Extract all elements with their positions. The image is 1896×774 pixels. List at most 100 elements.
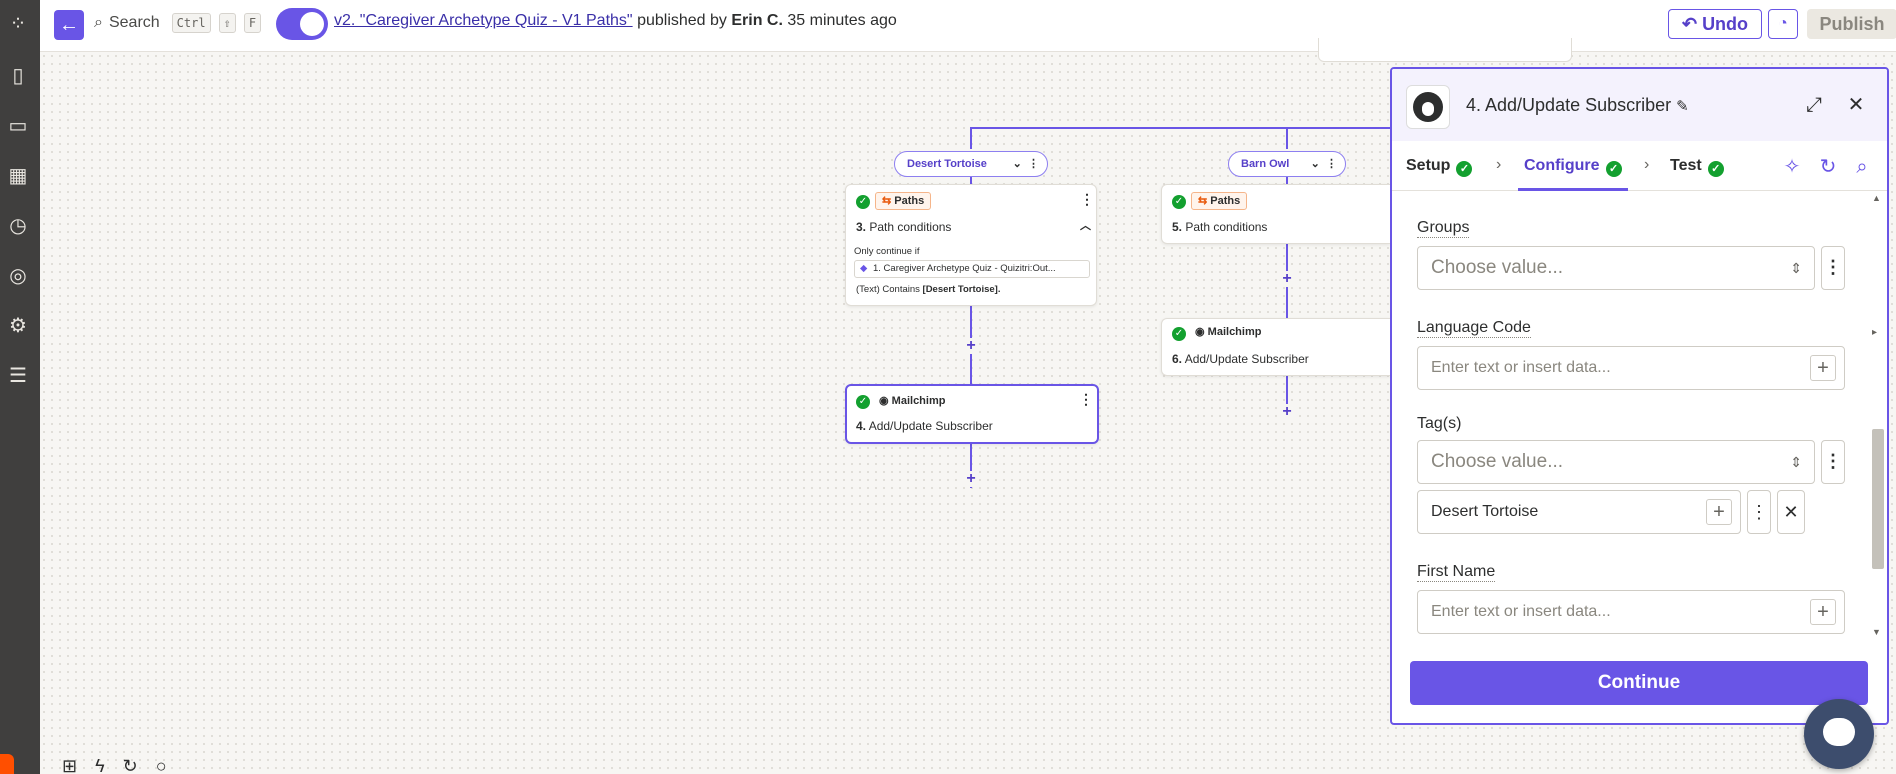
step-card-3[interactable]: ✓ ⇆ Paths ⋮ 3. Path conditions ︿ Only co… xyxy=(845,184,1097,306)
zap-file-icon[interactable]: ▯ xyxy=(6,64,30,88)
upstream-step-card[interactable] xyxy=(1318,38,1572,62)
tab-configure[interactable]: Configure ✓ xyxy=(1524,157,1622,177)
add-step-plus-icon[interactable]: + xyxy=(1279,404,1295,420)
groups-label: Groups xyxy=(1417,219,1470,238)
support-chat-button[interactable] xyxy=(1804,699,1874,769)
close-icon: ✕ xyxy=(1783,502,1799,522)
chevron-down-icon: ⌄ xyxy=(1012,158,1022,170)
tag-value-input[interactable]: Desert Tortoise + xyxy=(1417,490,1741,534)
scroll-down-arrow[interactable]: ▼ xyxy=(1872,627,1881,637)
more-vertical-icon[interactable]: ⋮ xyxy=(1079,391,1093,408)
chevron-up-icon[interactable]: ︿ xyxy=(1080,217,1091,233)
add-step-plus-icon[interactable]: + xyxy=(963,471,979,487)
ai-sparkle-icon[interactable]: ✧ xyxy=(1780,155,1804,179)
undo-icon: ↶ xyxy=(1681,14,1698,34)
pencil-icon[interactable]: ✎ xyxy=(1676,98,1689,115)
tab-configure-label: Configure xyxy=(1524,157,1600,174)
quiz-app-icon: ◆ xyxy=(860,263,868,274)
settings-icon[interactable]: ⚙ xyxy=(6,314,30,338)
calendar-icon[interactable]: ▦ xyxy=(6,164,30,188)
tab-setup[interactable]: Setup ✓ xyxy=(1406,157,1473,177)
add-step-plus-icon[interactable]: + xyxy=(1279,271,1295,287)
step-card-4[interactable]: ✓ ◉ Mailchimp ⋮ 4. Add/Update Subscriber xyxy=(845,384,1099,444)
step-title-text: Path conditions xyxy=(869,220,952,234)
groups-options-button[interactable]: ⋮ xyxy=(1821,246,1845,290)
step-card-5[interactable]: ✓ ⇆ Paths 5. Path conditions xyxy=(1161,184,1390,244)
path-pill-desert-tortoise[interactable]: Desert Tortoise ⌄ ⋮ xyxy=(894,151,1048,177)
insert-data-plus-icon[interactable]: + xyxy=(1706,499,1732,525)
more-vertical-icon[interactable]: ⋮ xyxy=(1080,191,1094,208)
success-check-icon: ✓ xyxy=(1172,195,1186,209)
activity-icon[interactable]: ◎ xyxy=(6,264,30,288)
tag-value-options-button[interactable]: ⋮ xyxy=(1747,490,1771,534)
author-name: Erin C. xyxy=(731,12,783,29)
apps-icon[interactable]: ⁘ xyxy=(6,12,30,36)
panel-scrollbar[interactable]: ▲ ▼ xyxy=(1870,193,1886,639)
language-code-placeholder: Enter text or insert data... xyxy=(1431,359,1611,376)
language-code-input[interactable]: Enter text or insert data... + xyxy=(1417,346,1845,390)
chat-bubble-icon xyxy=(1823,718,1855,746)
layers-icon[interactable]: ☰ xyxy=(6,364,30,388)
success-check-icon: ✓ xyxy=(1605,161,1622,177)
path-pill-barn-owl[interactable]: Barn Owl ⌄ ⋮ xyxy=(1228,151,1346,177)
first-name-label: First Name xyxy=(1417,563,1496,582)
step-title: 3. Path conditions xyxy=(856,220,951,234)
paths-icon: ⇆ xyxy=(882,195,892,207)
panel-tabs: Setup ✓ › Configure ✓ › Test ✓ ✧ ↻ ⌕ xyxy=(1392,141,1887,191)
tags-label: Tag(s) xyxy=(1417,415,1462,432)
step-card-6[interactable]: ✓ ◉ Mailchimp 6. Add/Update Subscriber xyxy=(1161,318,1390,376)
lightning-icon[interactable]: ϟ xyxy=(95,756,105,774)
refresh-icon[interactable]: ↻ xyxy=(1816,155,1840,179)
success-check-icon: ✓ xyxy=(856,195,870,209)
step-title: 5. Path conditions xyxy=(1172,220,1267,234)
mailchimp-tag-label: Mailchimp xyxy=(1207,326,1262,338)
mailchimp-logo xyxy=(1406,85,1450,129)
tags-select[interactable]: Choose value... ⇕ xyxy=(1417,440,1815,484)
left-rail: ⁘ ▯ ▭ ▦ ◷ ◎ ⚙ ☰ xyxy=(0,0,40,774)
success-check-icon: ✓ xyxy=(856,395,870,409)
path-controls[interactable]: ⌄ ⋮ xyxy=(1311,152,1337,176)
shortcut-shift: ⇧ xyxy=(218,13,236,33)
canvas-tools: ⊞ ϟ ↻ ○ xyxy=(62,756,167,774)
chevron-right-icon: › xyxy=(1644,156,1650,173)
remove-tag-button[interactable]: ✕ xyxy=(1777,490,1805,534)
mailchimp-app-tag: ◉ Mailchimp xyxy=(879,393,951,411)
mailchimp-icon: ◉ xyxy=(1195,326,1205,338)
publish-button[interactable]: Publish xyxy=(1807,9,1896,39)
scroll-up-arrow[interactable]: ▲ xyxy=(1872,193,1881,203)
layout-icon[interactable]: ⊞ xyxy=(62,756,77,774)
version-history-button[interactable]: ◔ xyxy=(1768,9,1798,39)
back-button[interactable]: ← xyxy=(54,10,84,40)
search-button[interactable]: ⌕ Search Ctrl ⇧ F xyxy=(94,13,262,33)
scrollbar-thumb[interactable] xyxy=(1872,429,1884,569)
insert-data-plus-icon[interactable]: + xyxy=(1810,355,1836,381)
refresh-icon[interactable]: ↻ xyxy=(123,756,138,774)
add-step-plus-icon[interactable]: + xyxy=(963,338,979,354)
published-time: 35 minutes ago xyxy=(787,12,897,29)
path-controls[interactable]: ⌄ ⋮ xyxy=(1013,152,1039,176)
search-icon[interactable]: ⌕ xyxy=(1850,155,1874,179)
history-icon[interactable]: ◷ xyxy=(6,214,30,238)
tab-test-label: Test xyxy=(1670,157,1702,174)
toggle-knob xyxy=(300,12,324,36)
shortcut-f: F xyxy=(243,13,262,33)
chat-icon[interactable]: ▭ xyxy=(6,114,30,138)
groups-select[interactable]: Choose value... ⇕ xyxy=(1417,246,1815,290)
tag-value-text: Desert Tortoise xyxy=(1431,503,1539,520)
first-name-input[interactable]: Enter text or insert data... + xyxy=(1417,590,1845,634)
branch-connector xyxy=(970,127,1390,129)
tags-options-button[interactable]: ⋮ xyxy=(1821,440,1845,484)
expand-icon[interactable]: ⤢ xyxy=(1802,93,1826,117)
zap-name-link[interactable]: v2. "Caregiver Archetype Quiz - V1 Paths… xyxy=(334,12,633,29)
zap-on-toggle[interactable] xyxy=(276,8,328,40)
continue-button[interactable]: Continue xyxy=(1410,661,1868,705)
close-icon[interactable]: ✕ xyxy=(1844,93,1868,117)
tab-test[interactable]: Test ✓ xyxy=(1670,157,1724,177)
insert-data-plus-icon[interactable]: + xyxy=(1810,599,1836,625)
comment-icon[interactable]: ○ xyxy=(156,756,167,774)
step-editor-panel: 4. Add/Update Subscriber ✎ ⤢ ✕ Setup ✓ › … xyxy=(1390,67,1889,725)
first-name-placeholder: Enter text or insert data... xyxy=(1431,603,1611,620)
offscreen-hint: ▸ xyxy=(1872,327,1878,338)
paths-app-tag: ⇆ Paths xyxy=(1191,192,1248,210)
undo-button[interactable]: ↶ Undo xyxy=(1668,9,1762,39)
